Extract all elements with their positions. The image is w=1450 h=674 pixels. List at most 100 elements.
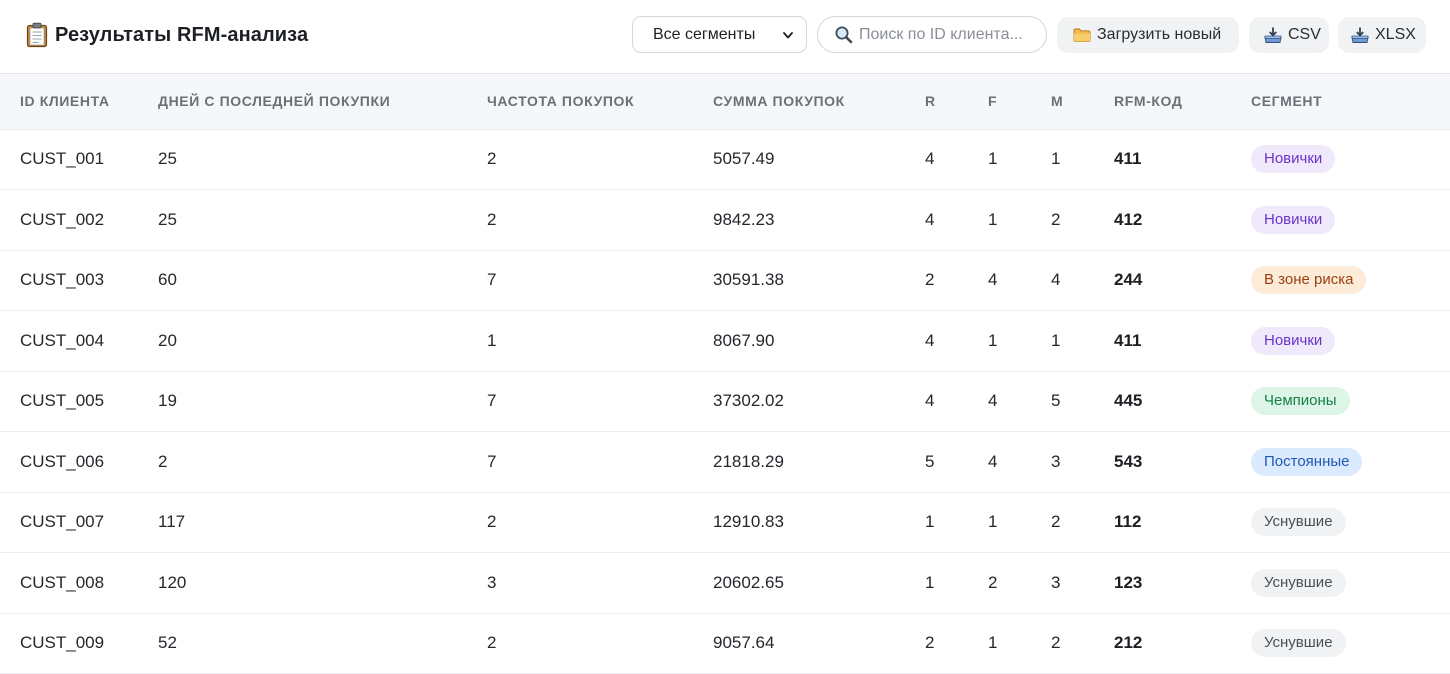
cell-f-score: 1 <box>988 310 1051 372</box>
export-csv-label: CSV <box>1288 26 1321 43</box>
segment-badge: Чемпионы <box>1251 387 1350 416</box>
cell-customer-id: CUST_005 <box>0 371 158 432</box>
upload-new-label: Загрузить новый <box>1097 26 1222 43</box>
download-tray-icon <box>1264 27 1282 43</box>
cell-rfm-code: 543 <box>1114 431 1251 493</box>
cell-segment: Новички <box>1251 189 1450 251</box>
cell-purchase-frequency: 7 <box>487 371 713 432</box>
cell-days-since-purchase: 2 <box>158 431 487 493</box>
segment-badge: Уснувшие <box>1251 629 1346 658</box>
cell-rfm-code: 123 <box>1114 552 1251 614</box>
cell-rfm-code: 112 <box>1114 492 1251 553</box>
table-row[interactable]: CUST_001 25 2 5057.49 4 1 1 411 Новички <box>0 129 1450 190</box>
cell-f-score: 1 <box>988 613 1051 674</box>
cell-customer-id: CUST_006 <box>0 431 158 493</box>
column-header-m[interactable]: M <box>1051 74 1114 130</box>
cell-purchase-sum: 30591.38 <box>713 250 925 311</box>
search-field[interactable] <box>817 16 1047 53</box>
page-title: Результаты RFM-анализа <box>55 23 309 46</box>
cell-f-score: 4 <box>988 250 1051 311</box>
cell-rfm-code: 212 <box>1114 613 1251 674</box>
table-row[interactable]: CUST_005 19 7 37302.02 4 4 5 445 Чемпион… <box>0 371 1450 432</box>
cell-customer-id: CUST_004 <box>0 310 158 372</box>
rfm-results-table: ID КЛИЕНТА ДНЕЙ С ПОСЛЕДНЕЙ ПОКУПКИ ЧАСТ… <box>0 74 1450 674</box>
cell-days-since-purchase: 120 <box>158 552 487 614</box>
upload-new-button[interactable]: Загрузить новый <box>1057 17 1239 53</box>
cell-segment: Уснувшие <box>1251 552 1450 614</box>
cell-r-score: 1 <box>925 492 988 553</box>
cell-rfm-code: 411 <box>1114 129 1251 190</box>
column-header-days[interactable]: ДНЕЙ С ПОСЛЕДНЕЙ ПОКУПКИ <box>158 74 487 130</box>
column-header-frequency[interactable]: ЧАСТОТА ПОКУПОК <box>487 74 713 130</box>
cell-segment: В зоне риска <box>1251 250 1450 311</box>
rfm-results-table-container: ID КЛИЕНТА ДНЕЙ С ПОСЛЕДНЕЙ ПОКУПКИ ЧАСТ… <box>0 74 1450 674</box>
cell-purchase-sum: 9842.23 <box>713 189 925 251</box>
export-csv-button[interactable]: CSV <box>1249 17 1329 53</box>
cell-purchase-frequency: 1 <box>487 310 713 372</box>
cell-purchase-sum: 21818.29 <box>713 431 925 493</box>
column-header-id[interactable]: ID КЛИЕНТА <box>0 74 158 130</box>
cell-f-score: 4 <box>988 371 1051 432</box>
column-header-r[interactable]: R <box>925 74 988 130</box>
cell-days-since-purchase: 19 <box>158 371 487 432</box>
segment-filter-select[interactable]: Все сегменты <box>632 16 807 53</box>
table-row[interactable]: CUST_008 120 3 20602.65 1 2 3 123 Уснувш… <box>0 552 1450 614</box>
cell-customer-id: CUST_009 <box>0 613 158 674</box>
cell-customer-id: CUST_001 <box>0 129 158 190</box>
table-row[interactable]: CUST_007 117 2 12910.83 1 1 2 112 Уснувш… <box>0 492 1450 553</box>
cell-r-score: 1 <box>925 552 988 614</box>
segment-badge: Постоянные <box>1251 447 1363 476</box>
cell-m-score: 2 <box>1051 492 1114 553</box>
cell-r-score: 4 <box>925 310 988 372</box>
cell-segment: Уснувшие <box>1251 613 1450 674</box>
cell-m-score: 2 <box>1051 613 1114 674</box>
cell-segment: Постоянные <box>1251 431 1450 493</box>
cell-purchase-sum: 12910.83 <box>713 492 925 553</box>
cell-f-score: 2 <box>988 552 1051 614</box>
cell-segment: Чемпионы <box>1251 371 1450 432</box>
column-header-f[interactable]: F <box>988 74 1051 130</box>
table-row[interactable]: CUST_009 52 2 9057.64 2 1 2 212 Уснувшие <box>0 613 1450 674</box>
cell-rfm-code: 411 <box>1114 310 1251 372</box>
page-title-group: Результаты RFM-анализа <box>26 21 308 49</box>
cell-purchase-sum: 20602.65 <box>713 552 925 614</box>
column-header-segment[interactable]: СЕГМЕНТ <box>1251 74 1450 130</box>
cell-days-since-purchase: 60 <box>158 250 487 311</box>
cell-purchase-sum: 9057.64 <box>713 613 925 674</box>
cell-days-since-purchase: 52 <box>158 613 487 674</box>
cell-f-score: 4 <box>988 431 1051 493</box>
table-row[interactable]: CUST_002 25 2 9842.23 4 1 2 412 Новички <box>0 189 1450 251</box>
table-header-row: ID КЛИЕНТА ДНЕЙ С ПОСЛЕДНЕЙ ПОКУПКИ ЧАСТ… <box>0 74 1450 130</box>
magnifier-icon <box>835 26 853 44</box>
cell-purchase-frequency: 2 <box>487 129 713 190</box>
cell-days-since-purchase: 25 <box>158 189 487 251</box>
segment-filter-value: Все сегменты <box>653 25 756 43</box>
cell-m-score: 4 <box>1051 250 1114 311</box>
cell-m-score: 3 <box>1051 431 1114 493</box>
cell-r-score: 2 <box>925 250 988 311</box>
cell-r-score: 5 <box>925 431 988 493</box>
table-row[interactable]: CUST_003 60 7 30591.38 2 4 4 244 В зоне … <box>0 250 1450 311</box>
table-row[interactable]: CUST_006 2 7 21818.29 5 4 3 543 Постоянн… <box>0 431 1450 493</box>
column-header-sum[interactable]: СУММА ПОКУПОК <box>713 74 925 130</box>
column-header-rfm-code[interactable]: RFM-КОД <box>1114 74 1251 130</box>
cell-m-score: 1 <box>1051 129 1114 190</box>
cell-purchase-frequency: 2 <box>487 613 713 674</box>
cell-m-score: 2 <box>1051 189 1114 251</box>
folder-icon <box>1073 28 1091 42</box>
cell-purchase-frequency: 2 <box>487 492 713 553</box>
cell-rfm-code: 244 <box>1114 250 1251 311</box>
cell-f-score: 1 <box>988 492 1051 553</box>
cell-customer-id: CUST_007 <box>0 492 158 553</box>
top-toolbar: Результаты RFM-анализа Все сегменты Загр… <box>0 0 1450 74</box>
export-xlsx-button[interactable]: XLSX <box>1338 17 1426 53</box>
cell-m-score: 1 <box>1051 310 1114 372</box>
cell-f-score: 1 <box>988 189 1051 251</box>
search-input[interactable] <box>859 25 1027 44</box>
segment-badge: Новички <box>1251 205 1336 234</box>
chevron-down-icon <box>783 31 793 38</box>
cell-purchase-sum: 8067.90 <box>713 310 925 372</box>
table-row[interactable]: CUST_004 20 1 8067.90 4 1 1 411 Новички <box>0 310 1450 372</box>
cell-customer-id: CUST_002 <box>0 189 158 251</box>
cell-segment: Новички <box>1251 129 1450 190</box>
